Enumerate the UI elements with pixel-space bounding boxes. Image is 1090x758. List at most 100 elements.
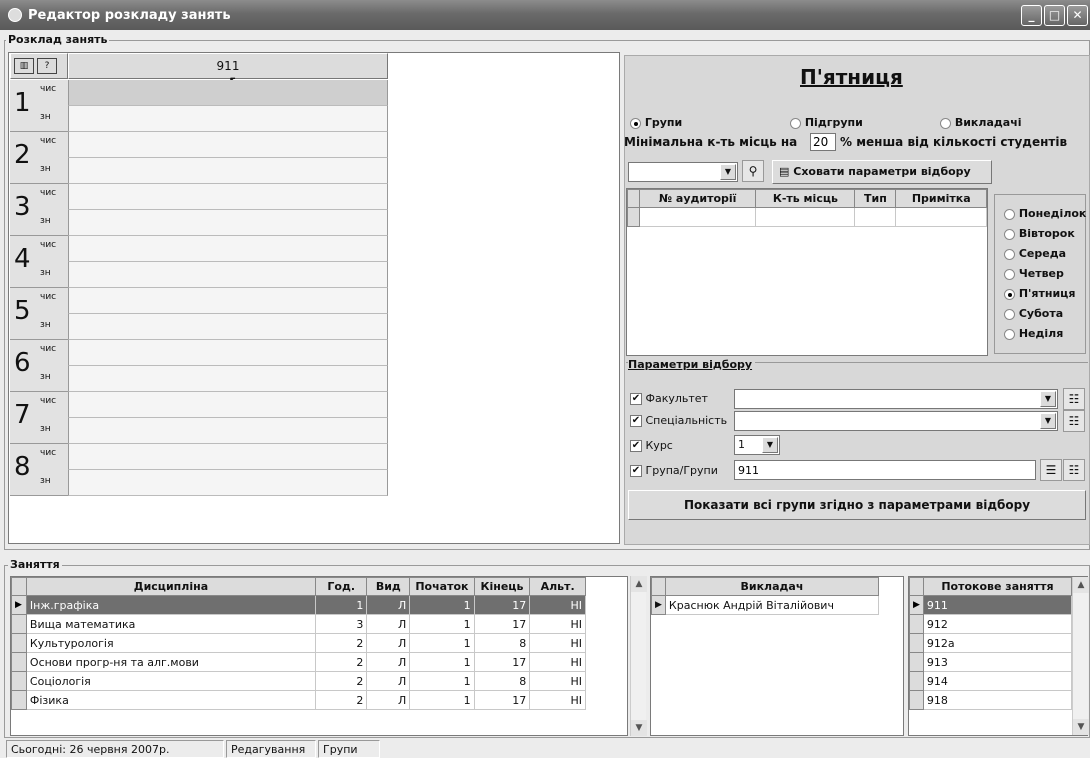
schedule-cell[interactable] (68, 366, 388, 392)
show-groups-button[interactable]: Показати всі групи згідно з параметрами … (628, 490, 1086, 520)
scroll-up-icon[interactable]: ▲ (631, 576, 647, 592)
group-input[interactable] (734, 460, 1036, 480)
specialty-checkbox[interactable]: ✔ (630, 415, 642, 427)
table-cell[interactable]: Л (366, 633, 411, 653)
schedule-cell[interactable] (68, 444, 388, 470)
table-cell[interactable]: 1 (314, 595, 368, 615)
table-cell[interactable]: НІ (529, 614, 586, 634)
schedule-cell[interactable] (68, 314, 388, 340)
radio-teachers[interactable]: Викладачі (940, 116, 1022, 129)
schedule-cell[interactable] (68, 184, 388, 210)
schedule-cell[interactable] (68, 418, 388, 444)
schedule-cell[interactable] (68, 470, 388, 496)
radio-subgroups-dot[interactable] (790, 117, 801, 129)
table-cell[interactable]: 1 (409, 595, 475, 615)
group-checkbox[interactable]: ✔ (630, 465, 642, 477)
close-button[interactable]: ✕ (1067, 5, 1088, 26)
table-cell[interactable]: НІ (529, 652, 586, 672)
table-cell[interactable]: Краснюк Андрій Віталійович (664, 595, 880, 615)
table-row[interactable]: Культурологія 2 Л 1 8 НІ (11, 633, 586, 653)
table-cell[interactable]: НІ (529, 671, 586, 691)
lessons-col-header[interactable]: Год. (314, 577, 368, 596)
schedule-cell[interactable] (68, 80, 388, 106)
table-cell[interactable]: НІ (529, 690, 586, 710)
maximize-button[interactable]: □ (1044, 5, 1065, 26)
hide-filter-button[interactable]: ▤ Сховати параметри відбору (772, 160, 992, 184)
day-radio-dot[interactable] (1004, 228, 1015, 240)
calendar-icon[interactable]: ▥ (14, 58, 34, 74)
room-search-combo[interactable]: ▼ (628, 162, 738, 182)
rooms-col-note[interactable]: Примітка (895, 189, 987, 208)
lessons-col-header[interactable]: Кінець (473, 577, 531, 596)
day-radio[interactable]: Понеділок (1004, 207, 1086, 220)
schedule-cell[interactable] (68, 132, 388, 158)
table-row[interactable]: ▶ Краснюк Андрій Віталійович (651, 595, 880, 615)
table-row[interactable]: ▶ 911 (909, 595, 1073, 615)
table-cell[interactable]: Л (366, 652, 411, 672)
rooms-col-type[interactable]: Тип (854, 189, 897, 208)
day-radio[interactable]: Вівторок (1004, 227, 1075, 240)
table-cell[interactable] (854, 207, 897, 227)
table-cell[interactable]: 17 (473, 652, 531, 672)
min-seats-input[interactable] (810, 133, 836, 151)
day-radio[interactable]: Неділя (1004, 327, 1063, 340)
table-cell[interactable] (638, 207, 757, 227)
table-cell[interactable]: 912 (922, 614, 1073, 634)
schedule-cell[interactable] (68, 236, 388, 262)
schedule-cell[interactable] (68, 262, 388, 288)
day-radio-dot[interactable] (1004, 208, 1015, 220)
table-cell[interactable]: 911 (922, 595, 1073, 615)
course-select[interactable]: 1 ▼ (734, 435, 780, 455)
table-cell[interactable]: 1 (409, 671, 475, 691)
chevron-down-icon[interactable]: ▼ (1040, 413, 1056, 429)
table-row[interactable]: 912а (909, 633, 1073, 653)
radio-teachers-dot[interactable] (940, 117, 951, 129)
table-cell[interactable]: Культурологія (25, 633, 317, 653)
table-cell[interactable]: 17 (473, 690, 531, 710)
table-cell[interactable]: 918 (922, 690, 1073, 710)
table-cell[interactable]: 3 (314, 614, 368, 634)
table-row[interactable]: Основи прогр-ня та алг.мови 2 Л 1 17 НІ (11, 652, 586, 672)
help-icon[interactable]: ? (37, 58, 57, 74)
table-cell[interactable]: Л (366, 671, 411, 691)
chevron-down-icon[interactable]: ▼ (1040, 391, 1056, 407)
scroll-up-icon[interactable]: ▲ (1073, 577, 1089, 593)
rooms-col-number[interactable]: № аудиторії (638, 189, 757, 208)
table-row[interactable]: 912 (909, 614, 1073, 634)
radio-groups-dot[interactable] (630, 117, 641, 129)
table-row[interactable]: Фізика 2 Л 1 17 НІ (11, 690, 586, 710)
table-row[interactable]: Вища математика 3 Л 1 17 НІ (11, 614, 586, 634)
rooms-col-seats[interactable]: К-ть місць (755, 189, 856, 208)
table-cell[interactable]: Л (366, 595, 411, 615)
table-cell[interactable] (755, 207, 856, 227)
table-row[interactable]: 918 (909, 690, 1073, 710)
radio-groups[interactable]: Групи (630, 116, 682, 129)
table-cell[interactable]: 2 (314, 652, 368, 672)
binoculars-icon[interactable]: ⚲ (742, 160, 764, 182)
day-radio[interactable]: Четвер (1004, 267, 1064, 280)
lessons-scrollbar[interactable]: ▲ ▼ (630, 576, 647, 736)
table-cell[interactable]: Інж.графіка (25, 595, 317, 615)
table-cell[interactable]: 2 (314, 671, 368, 691)
table-cell[interactable]: Л (366, 690, 411, 710)
specialty-select[interactable]: ▼ (734, 411, 1058, 431)
table-cell[interactable]: 8 (473, 633, 531, 653)
chevron-down-icon[interactable]: ▼ (720, 164, 736, 180)
list-select-icon[interactable]: ☰ (1040, 459, 1062, 481)
table-cell[interactable]: НІ (529, 633, 586, 653)
schedule-cell[interactable] (68, 106, 388, 132)
table-cell[interactable]: 1 (409, 652, 475, 672)
table-cell[interactable]: 913 (922, 652, 1073, 672)
lessons-col-header[interactable]: Вид (366, 577, 411, 596)
table-cell[interactable]: Л (366, 614, 411, 634)
chevron-down-icon[interactable]: ▼ (762, 437, 778, 453)
day-radio[interactable]: Субота (1004, 307, 1063, 320)
table-row[interactable]: ▶ Інж.графіка 1 Л 1 17 НІ (11, 595, 586, 615)
table-row[interactable] (627, 207, 987, 227)
faculty-checkbox[interactable]: ✔ (630, 393, 642, 405)
day-radio[interactable]: П'ятниця (1004, 287, 1075, 300)
table-cell[interactable]: 912а (922, 633, 1073, 653)
table-row[interactable]: Соціологія 2 Л 1 8 НІ (11, 671, 586, 691)
properties-icon[interactable]: ☷ (1063, 410, 1085, 432)
table-cell[interactable] (895, 207, 987, 227)
